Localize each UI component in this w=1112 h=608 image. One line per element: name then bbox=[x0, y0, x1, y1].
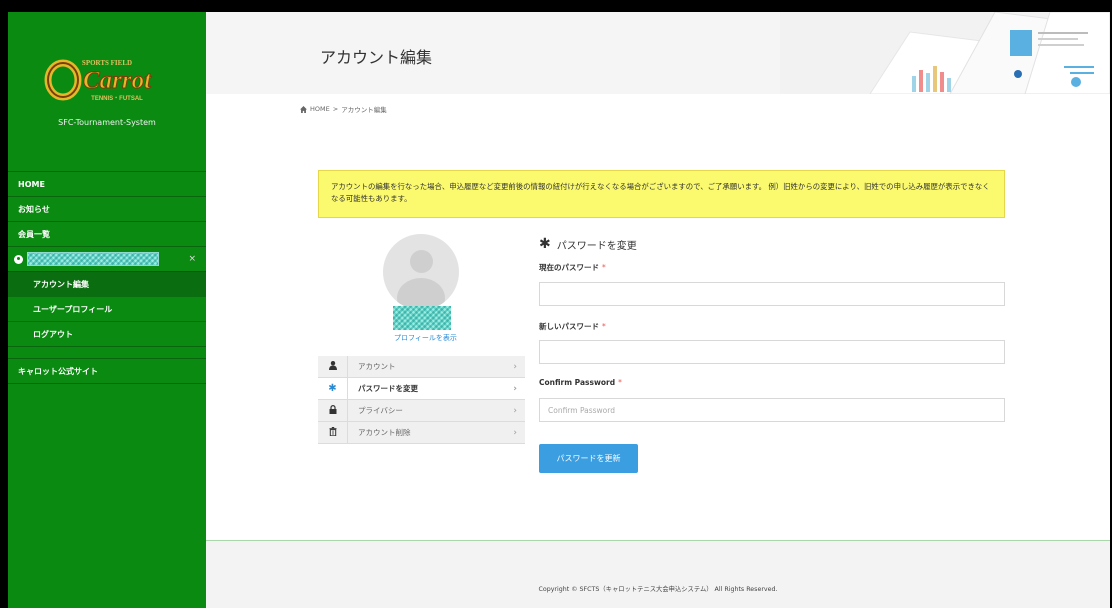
confirm-password-label: Confirm Password * bbox=[539, 378, 622, 387]
notice-banner: アカウントの編集を行なった場合、申込履歴など変更前後の情報の紐付けが行えなくなる… bbox=[318, 170, 1005, 218]
user-name-redacted bbox=[27, 252, 159, 266]
home-icon bbox=[300, 105, 307, 113]
avatar bbox=[383, 234, 459, 310]
new-password-label: 新しいパスワード * bbox=[539, 322, 606, 331]
breadcrumb: HOME > アカウント編集 bbox=[300, 104, 387, 114]
menu-item-label: アカウント bbox=[358, 362, 396, 371]
sidebar-divider bbox=[8, 346, 206, 358]
app-window: SPORTS FIELD Carrot TENNIS・FUTSAL SFC-To… bbox=[8, 12, 1110, 608]
user-icon bbox=[318, 355, 348, 378]
new-password-field[interactable] bbox=[539, 340, 1005, 364]
update-password-button[interactable]: パスワードを更新 bbox=[539, 444, 638, 473]
chevron-right-icon: › bbox=[513, 428, 517, 438]
sidebar: SPORTS FIELD Carrot TENNIS・FUTSAL SFC-To… bbox=[8, 12, 206, 608]
svg-text:SPORTS FIELD: SPORTS FIELD bbox=[82, 59, 132, 67]
footer: Copyright © SFCTS（キャロットテニス大会申込システム） All … bbox=[206, 541, 1110, 608]
sidebar-item-logout[interactable]: ログアウト bbox=[8, 321, 206, 346]
menu-item-label: パスワードを変更 bbox=[358, 384, 418, 393]
chevron-right-icon: › bbox=[513, 384, 517, 394]
menu-item-label: アカウント削除 bbox=[358, 428, 411, 437]
view-profile-link[interactable]: プロフィールを表示 bbox=[394, 333, 457, 343]
menu-item-label: プライバシー bbox=[358, 406, 403, 415]
breadcrumb-separator: > bbox=[332, 105, 339, 113]
sidebar-user-menu[interactable]: × bbox=[8, 246, 206, 271]
profile-name-redacted bbox=[393, 306, 451, 330]
sidebar-item-official-site[interactable]: キャロット公式サイト bbox=[8, 358, 206, 383]
current-password-label: 現在のパスワード * bbox=[539, 263, 606, 272]
copyright-text: Copyright © SFCTS（キャロットテニス大会申込システム） All … bbox=[538, 586, 778, 593]
menu-item-privacy[interactable]: プライバシー › bbox=[318, 399, 525, 422]
breadcrumb-current: アカウント編集 bbox=[341, 106, 387, 114]
trash-icon bbox=[318, 421, 348, 444]
settings-menu: アカウント › ✱ パスワードを変更 › プライバシー › アカウント削除 › bbox=[318, 355, 525, 444]
site-name: SFC-Tournament-System bbox=[58, 118, 156, 127]
svg-text:TENNIS・FUTSAL: TENNIS・FUTSAL bbox=[91, 96, 143, 102]
site-logo[interactable]: SPORTS FIELD Carrot TENNIS・FUTSAL SFC-To… bbox=[8, 52, 206, 127]
sidebar-item-members[interactable]: 会員一覧 bbox=[8, 221, 206, 246]
asterisk-icon: ✱ bbox=[539, 236, 551, 252]
chevron-right-icon: › bbox=[513, 406, 517, 416]
sidebar-item-user-profile[interactable]: ユーザープロフィール bbox=[8, 296, 206, 321]
close-icon[interactable]: × bbox=[188, 254, 196, 264]
confirm-password-field[interactable] bbox=[539, 398, 1005, 422]
current-password-field[interactable] bbox=[539, 282, 1005, 306]
breadcrumb-home-link[interactable]: HOME bbox=[310, 105, 330, 113]
page-title: アカウント編集 bbox=[320, 48, 433, 67]
menu-item-delete-account[interactable]: アカウント削除 › bbox=[318, 421, 525, 444]
sidebar-item-news[interactable]: お知らせ bbox=[8, 196, 206, 221]
user-circle-icon bbox=[14, 254, 23, 264]
header-decoration-image bbox=[780, 12, 1110, 94]
menu-item-account[interactable]: アカウント › bbox=[318, 355, 525, 378]
lock-icon bbox=[318, 399, 348, 422]
asterisk-icon: ✱ bbox=[318, 377, 348, 400]
menu-item-change-password[interactable]: ✱ パスワードを変更 › bbox=[318, 377, 525, 400]
form-title: ✱ パスワードを変更 bbox=[539, 236, 637, 252]
page-header: アカウント編集 bbox=[206, 12, 1110, 94]
logo-wordmark: Carrot bbox=[83, 67, 152, 94]
sidebar-item-home[interactable]: HOME bbox=[8, 171, 206, 196]
chevron-right-icon: › bbox=[513, 362, 517, 372]
sidebar-item-account-edit[interactable]: アカウント編集 bbox=[8, 271, 206, 296]
form-title-text: パスワードを変更 bbox=[556, 240, 637, 252]
sidebar-nav: HOME お知らせ 会員一覧 × アカウント編集 ユーザープロフィール ログアウ… bbox=[8, 171, 206, 384]
